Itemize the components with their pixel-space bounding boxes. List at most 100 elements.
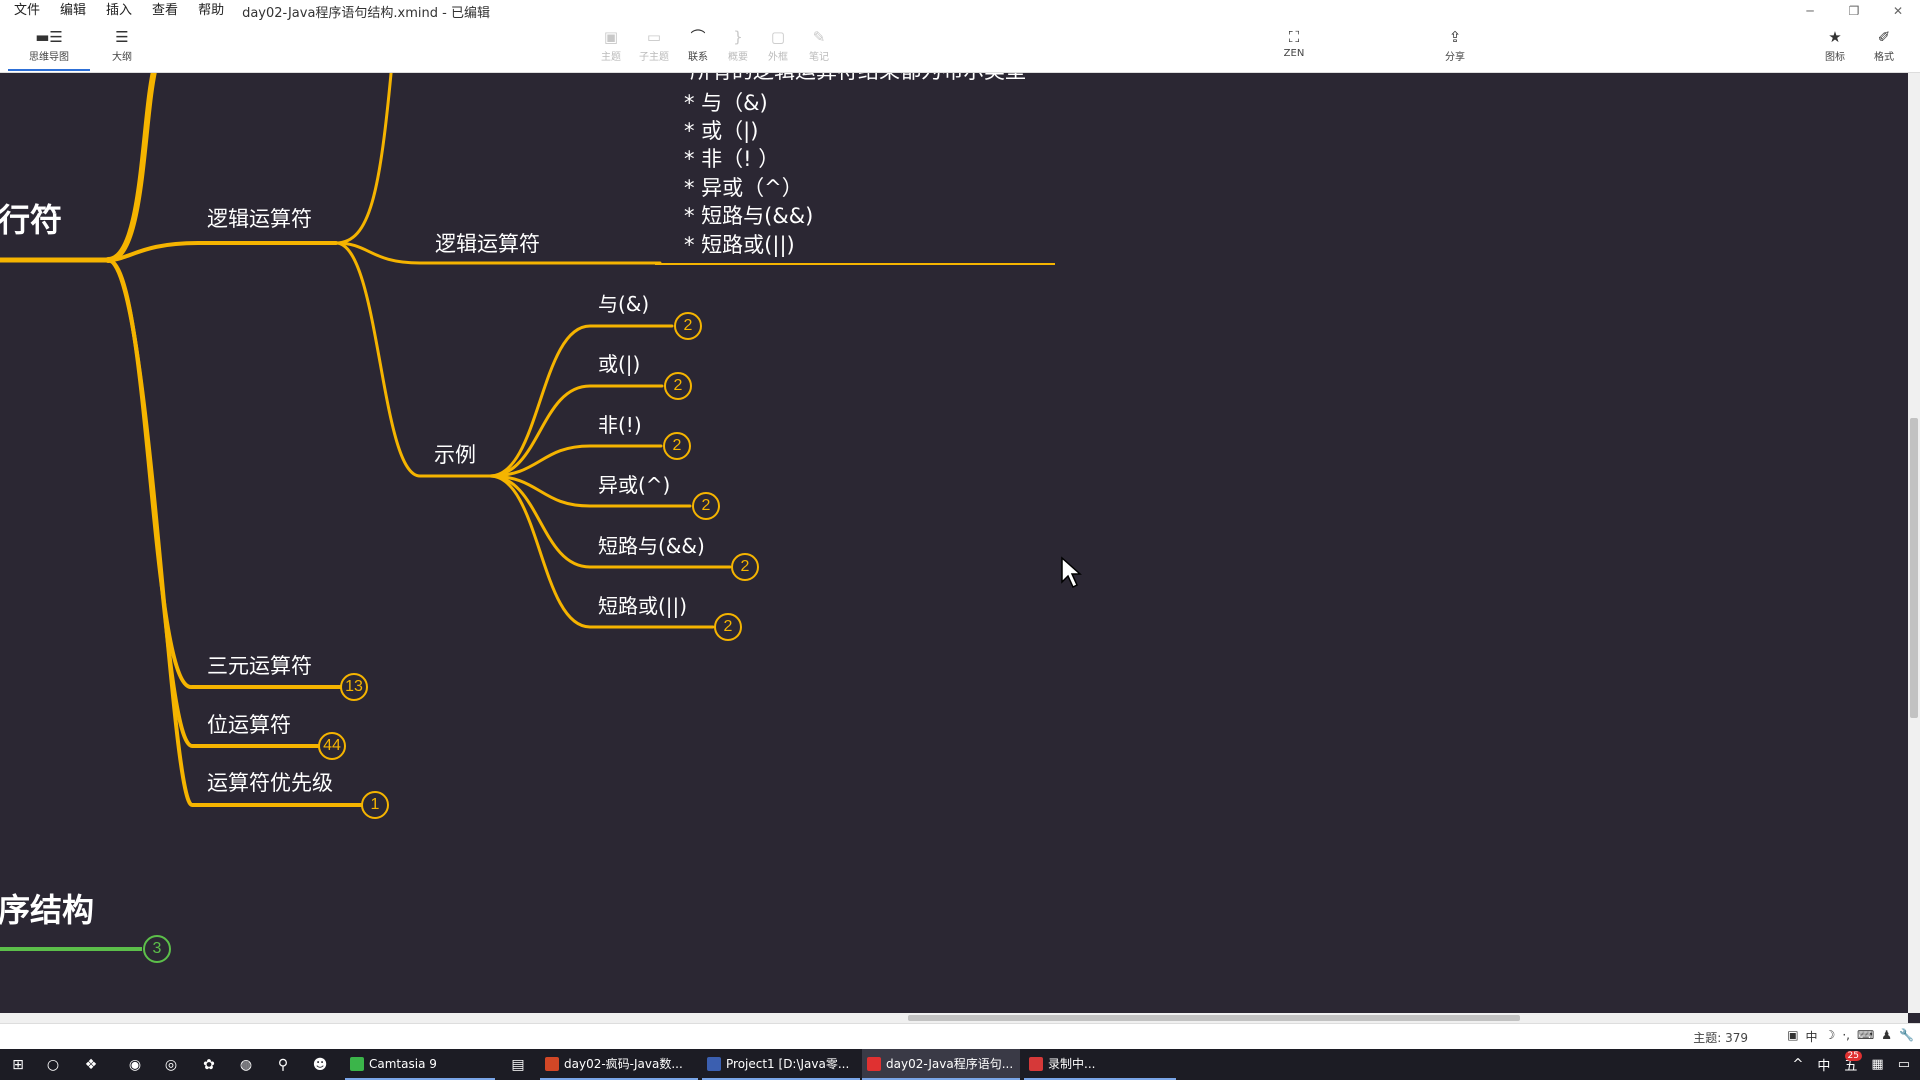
ime-keyboard-icon[interactable]: ⌨ — [1857, 1028, 1874, 1045]
zen-label: ZEN — [1283, 48, 1305, 59]
summary-label: 概要 — [728, 52, 748, 63]
outline-icon: ☰ — [115, 28, 129, 46]
recording-icon — [1029, 1057, 1043, 1071]
menu-view[interactable]: 查看 — [142, 0, 188, 22]
topic-example-and[interactable]: 与(&) — [598, 288, 649, 317]
topic-examples[interactable]: 示例 — [434, 439, 476, 469]
brush-icon: ✐ — [1877, 28, 1891, 46]
topic-example-xor[interactable]: 异或(^) — [598, 469, 670, 498]
subtopic-button[interactable]: ▭ 子主题 — [630, 26, 678, 70]
share-button[interactable]: ⇪ 分享 — [1431, 26, 1479, 70]
collapsed-count-badge[interactable]: 1 — [361, 791, 389, 819]
vertical-scrollbar[interactable] — [1908, 73, 1920, 1013]
note-label: 笔记 — [809, 52, 829, 63]
minimize-icon[interactable]: ─ — [1788, 0, 1832, 22]
branch-logic-upper — [334, 73, 393, 245]
topic-example-or[interactable]: 或(|) — [598, 348, 640, 377]
topic-example-short-or[interactable]: 短路或(||) — [598, 590, 687, 619]
branch-ternary — [106, 258, 347, 689]
topic-example-not[interactable]: 非(!) — [598, 409, 642, 438]
collapsed-count-badge[interactable]: 2 — [674, 312, 702, 340]
collapsed-count-badge[interactable]: 2 — [692, 492, 720, 520]
tab-mindmap[interactable]: ▬☰ 思维导图 — [8, 26, 90, 70]
search-circle-icon[interactable]: ○ — [42, 1054, 64, 1076]
menu-file[interactable]: 文件 — [0, 0, 50, 22]
taskbar-app-powerpoint[interactable]: day02-疯码-Java数... — [540, 1049, 698, 1080]
topic-precedence[interactable]: 运算符优先级 — [207, 767, 333, 797]
taskbar-app-camtasia[interactable]: Camtasia 9 — [345, 1049, 495, 1080]
close-icon[interactable]: ✕ — [1876, 0, 1920, 22]
search-key-icon[interactable]: ⚲ — [272, 1054, 294, 1076]
collapsed-count-badge[interactable]: 44 — [318, 732, 346, 760]
tray-expand-icon[interactable]: ^ — [1792, 1057, 1803, 1072]
topic-count: 主题: 379 — [1693, 1031, 1748, 1045]
collapsed-count-badge[interactable]: 2 — [731, 553, 759, 581]
ime-punctuation-icon[interactable]: ·, — [1842, 1028, 1850, 1045]
taskbar-app-label: day02-Java程序语句... — [886, 1057, 1014, 1071]
branch-upper — [105, 73, 157, 263]
tab-outline[interactable]: ☰ 大纲 — [98, 26, 146, 70]
note-button[interactable]: ✎ 笔记 — [795, 26, 843, 70]
taskbar-app-xmind[interactable]: day02-Java程序语句... — [862, 1049, 1020, 1080]
collapsed-count-badge[interactable]: 13 — [340, 673, 368, 701]
tray-ime-chinese[interactable]: 中 — [1817, 1055, 1830, 1074]
branch-ex-and — [488, 324, 674, 478]
menu-insert[interactable]: 插入 — [96, 0, 142, 22]
taskbar-app-recording[interactable]: 录制中... — [1024, 1049, 1176, 1080]
notification-calendar-icon[interactable]: ▦ — [1871, 1057, 1883, 1072]
tab-mindmap-label: 思维导图 — [29, 52, 69, 63]
collapsed-count-badge[interactable]: 2 — [664, 372, 692, 400]
menu-help[interactable]: 帮助 — [188, 0, 234, 22]
topic-bitwise[interactable]: 位运算符 — [207, 709, 291, 739]
taskbar: ⊞ ○ ❖ ◉ ◎ ✿ ◍ ⚲ ☻ Camtasia 9 ▤ day02-疯码-… — [0, 1049, 1920, 1080]
action-center-icon[interactable]: ▭ — [1898, 1057, 1910, 1072]
note-line-3: * 非（! ） — [684, 147, 780, 171]
branch-logic-ops — [106, 241, 338, 262]
topic-example-short-and[interactable]: 短路与(&&) — [598, 530, 705, 559]
note-line-0: 所有的逻辑运算符结果都为布尔类型 — [690, 73, 1026, 85]
zen-button[interactable]: ⛶ ZEN — [1270, 26, 1318, 70]
windows-start-icon[interactable]: ⊞ — [7, 1054, 29, 1076]
ime-moon-icon[interactable]: ☽ — [1825, 1028, 1836, 1045]
vertical-scroll-thumb[interactable] — [1910, 418, 1918, 718]
collapsed-count-badge[interactable]: 2 — [714, 613, 742, 641]
qq-browser-icon[interactable]: ◎ — [160, 1054, 182, 1076]
note-line-5: * 短路与(&&) — [684, 204, 814, 228]
relation-label: 联系 — [688, 52, 708, 63]
collapsed-count-badge[interactable]: 3 — [143, 935, 171, 963]
topic-logic-ops-child[interactable]: 逻辑运算符 — [435, 228, 540, 258]
notification-count-badge: 25 — [1844, 1051, 1862, 1061]
topic-button[interactable]: ▣ 主题 — [587, 26, 635, 70]
root-topic-partial[interactable]: 行符 — [0, 195, 62, 241]
format-panel-button[interactable]: ✐ 格式 — [1860, 26, 1908, 70]
app-icon[interactable]: ✿ — [198, 1054, 220, 1076]
restore-icon[interactable]: ❐ — [1832, 0, 1876, 22]
mouse-cursor-icon — [1061, 556, 1082, 589]
topic-ternary[interactable]: 三元运算符 — [207, 650, 312, 680]
menu-edit[interactable]: 编辑 — [50, 0, 96, 22]
tab-outline-label: 大纲 — [112, 52, 132, 63]
ime-mode-chinese[interactable]: 中 — [1806, 1028, 1818, 1045]
collapsed-count-badge[interactable]: 2 — [663, 432, 691, 460]
horizontal-scroll-thumb[interactable] — [908, 1015, 1520, 1021]
toolbar: ▬☰ 思维导图 ☰ 大纲 ▣ 主题 ▭ 子主题 ⌒ 联系 } 概要 ▢ 外框 ✎… — [0, 22, 1920, 73]
ime-settings-icon[interactable]: 🔧 — [1899, 1028, 1914, 1045]
subtopic-icon: ▭ — [646, 28, 662, 46]
icon-panel-button[interactable]: ★ 图标 — [1811, 26, 1859, 70]
horizontal-scrollbar[interactable] — [0, 1013, 1908, 1023]
mindmap-canvas[interactable]: 行符 逻辑运算符 逻辑运算符 所有的逻辑运算符结果都为布尔类型 * 与（&) *… — [0, 73, 1908, 1013]
topic-program-structure[interactable]: 序结构 — [0, 885, 94, 931]
document-title: day02-Java程序语句结构.xmind - 已编辑 — [242, 5, 490, 21]
chrome-icon[interactable]: ◉ — [124, 1054, 146, 1076]
wechat-icon[interactable]: ☻ — [309, 1054, 331, 1076]
star-icon: ★ — [1828, 28, 1842, 46]
taskbar-app-intellij[interactable]: Project1 [D:\Java零... — [702, 1049, 860, 1080]
firefox-icon[interactable]: ◍ — [235, 1054, 257, 1076]
mindmap-icon: ▬☰ — [35, 28, 63, 46]
ime-user-icon[interactable]: ♟ — [1881, 1028, 1892, 1045]
camtasia-icon — [350, 1057, 364, 1071]
topic-logic-ops[interactable]: 逻辑运算符 — [207, 203, 312, 233]
file-explorer-icon[interactable]: ▤ — [507, 1054, 529, 1076]
ime-logo-icon[interactable]: ▣ — [1787, 1028, 1798, 1045]
task-view-icon[interactable]: ❖ — [80, 1054, 102, 1076]
